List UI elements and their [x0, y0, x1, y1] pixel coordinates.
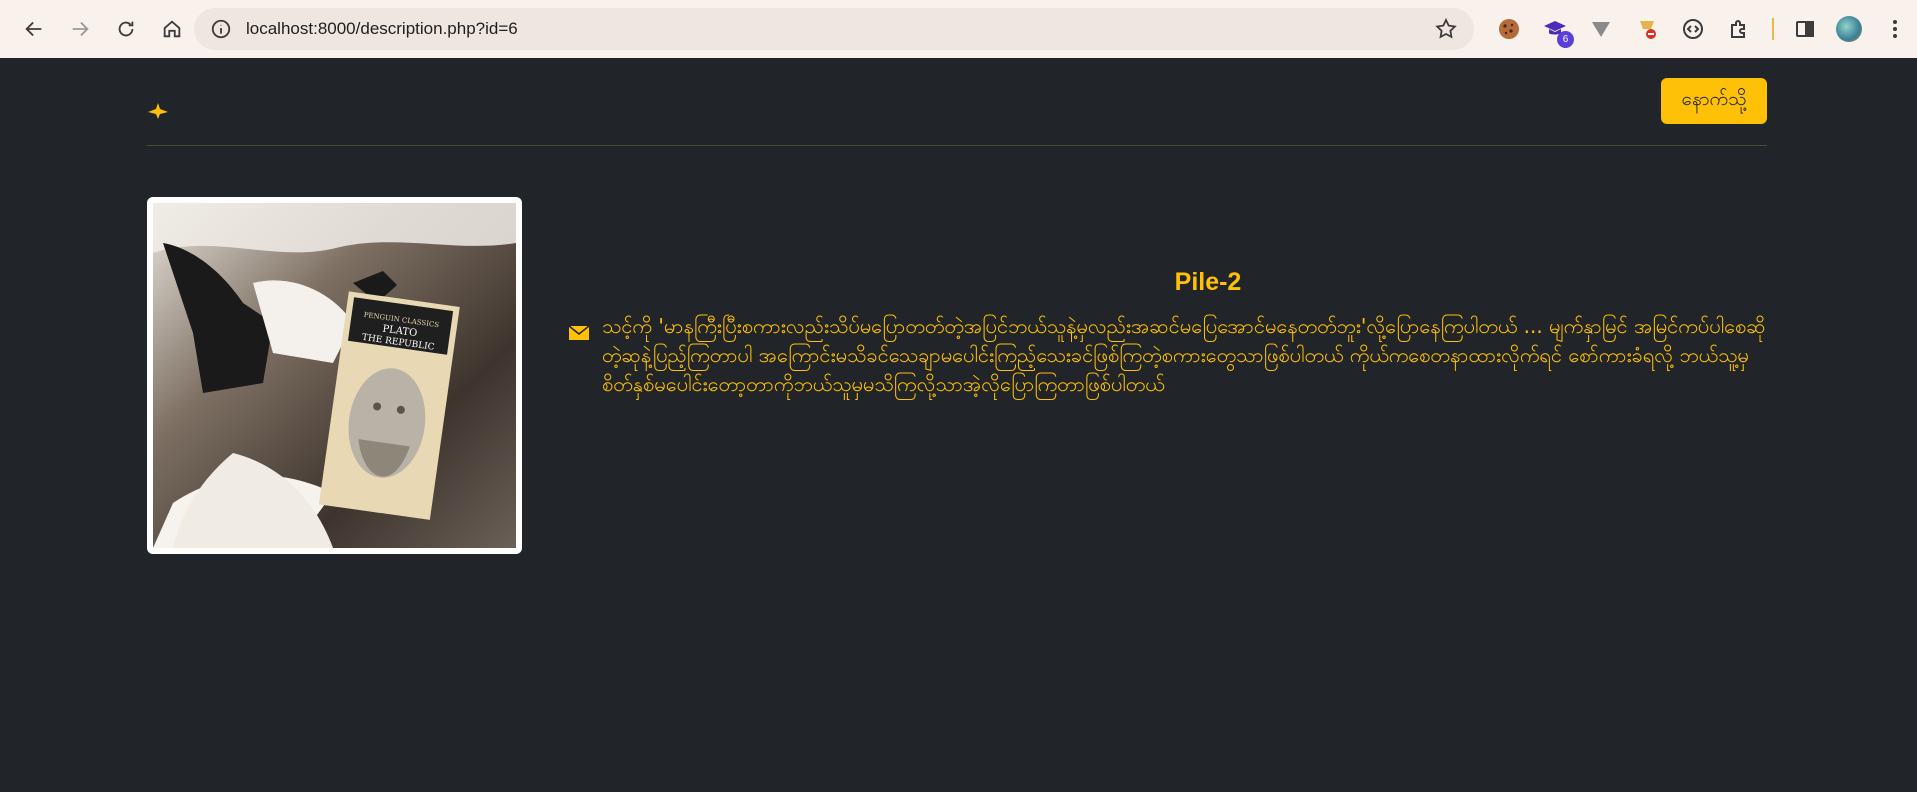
extension-badge: 6 — [1557, 31, 1574, 48]
graduation-cap-icon[interactable]: 6 — [1540, 14, 1574, 48]
info-icon[interactable] — [210, 18, 232, 40]
bookmark-star-icon[interactable] — [1434, 17, 1458, 41]
profile-avatar[interactable] — [1836, 16, 1862, 42]
item-description: သင့်ကို 'မာနကြီးပြီးစကားလည်းသိပ်မပြောတတ်… — [602, 314, 1766, 396]
back-button[interactable]: နောက်သို့ — [1661, 78, 1767, 124]
extensions-bar: 6 — [1494, 0, 1917, 58]
address-bar[interactable]: localhost:8000/description.php?id=6 — [194, 8, 1474, 50]
forward-arrow-button[interactable] — [60, 9, 100, 49]
description-row: သင့်ကို 'မာနကြီးပြီးစကားလည်းသိပ်မပြောတတ်… — [568, 312, 1768, 399]
puzzle-icon[interactable] — [1724, 14, 1754, 44]
forward-arrow-icon — [72, 21, 89, 37]
home-button[interactable] — [152, 9, 192, 49]
item-photo: PENGUIN CLASSICS PLATO THE REPUBLIC — [153, 203, 516, 548]
browser-toolbar: localhost:8000/description.php?id=6 6 — [0, 0, 1917, 58]
blocked-extension-icon[interactable] — [1632, 14, 1662, 44]
url-text[interactable]: localhost:8000/description.php?id=6 — [246, 19, 1434, 39]
logo-icon[interactable] — [147, 102, 169, 124]
envelope-icon — [568, 325, 590, 340]
reload-button[interactable] — [106, 9, 146, 49]
item-image-frame: PENGUIN CLASSICS PLATO THE REPUBLIC — [147, 197, 522, 554]
back-arrow-icon — [25, 21, 42, 37]
item-title: Pile-2 — [1174, 268, 1242, 296]
item-detail: Pile-2 သင့်ကို 'မာနကြီးပြီးစကားလည်းသိပ်မ… — [568, 268, 1768, 399]
navbar: နောက်သို့ — [147, 78, 1767, 146]
kebab-menu-icon[interactable] — [1880, 14, 1910, 44]
triangle-icon[interactable] — [1586, 14, 1616, 44]
side-panel-icon[interactable] — [1790, 14, 1820, 44]
page-body: နောက်သို့ PENGUIN CLASSICS PLATO THE REP… — [0, 58, 1917, 792]
cookie-icon[interactable] — [1494, 14, 1524, 44]
home-icon — [163, 20, 181, 38]
back-arrow-button[interactable] — [14, 9, 54, 49]
code-icon[interactable] — [1678, 14, 1708, 44]
toolbar-separator — [1772, 18, 1774, 40]
reload-icon — [118, 21, 134, 37]
